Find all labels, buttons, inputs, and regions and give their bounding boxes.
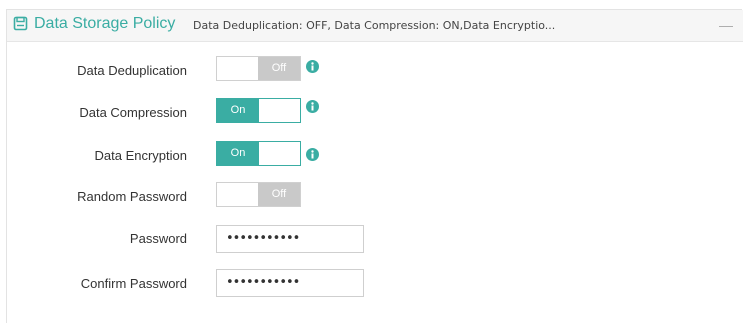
toggle-state: Off xyxy=(258,57,300,80)
panel-header[interactable]: Data Storage Policy Data Deduplication: … xyxy=(7,10,743,42)
data-deduplication-toggle[interactable]: Off xyxy=(216,56,301,81)
data-compression-label: Data Compression xyxy=(79,105,187,120)
panel-title: Data Storage Policy xyxy=(34,15,176,32)
confirm-password-input[interactable]: ••••••••••• xyxy=(216,269,364,297)
toggle-state: On xyxy=(217,99,259,122)
data-encryption-label: Data Encryption xyxy=(94,148,188,163)
collapse-button[interactable]: — xyxy=(719,17,733,33)
panel-summary: Data Deduplication: OFF, Data Compressio… xyxy=(193,19,556,32)
random-password-label: Random Password xyxy=(77,189,187,204)
confirm-password-label: Confirm Password xyxy=(80,276,187,291)
toggle-state: Off xyxy=(258,183,300,206)
info-icon[interactable] xyxy=(306,100,319,113)
toggle-state: On xyxy=(217,142,259,165)
info-icon[interactable] xyxy=(306,148,319,161)
password-label: Password xyxy=(129,231,187,246)
storage-icon xyxy=(13,16,28,31)
data-encryption-toggle[interactable]: On xyxy=(216,141,301,166)
random-password-toggle[interactable]: Off xyxy=(216,182,301,207)
data-deduplication-label: Data Deduplication xyxy=(77,63,187,78)
password-input[interactable]: ••••••••••• xyxy=(216,225,364,253)
info-icon[interactable] xyxy=(306,60,319,73)
data-compression-toggle[interactable]: On xyxy=(216,98,301,123)
